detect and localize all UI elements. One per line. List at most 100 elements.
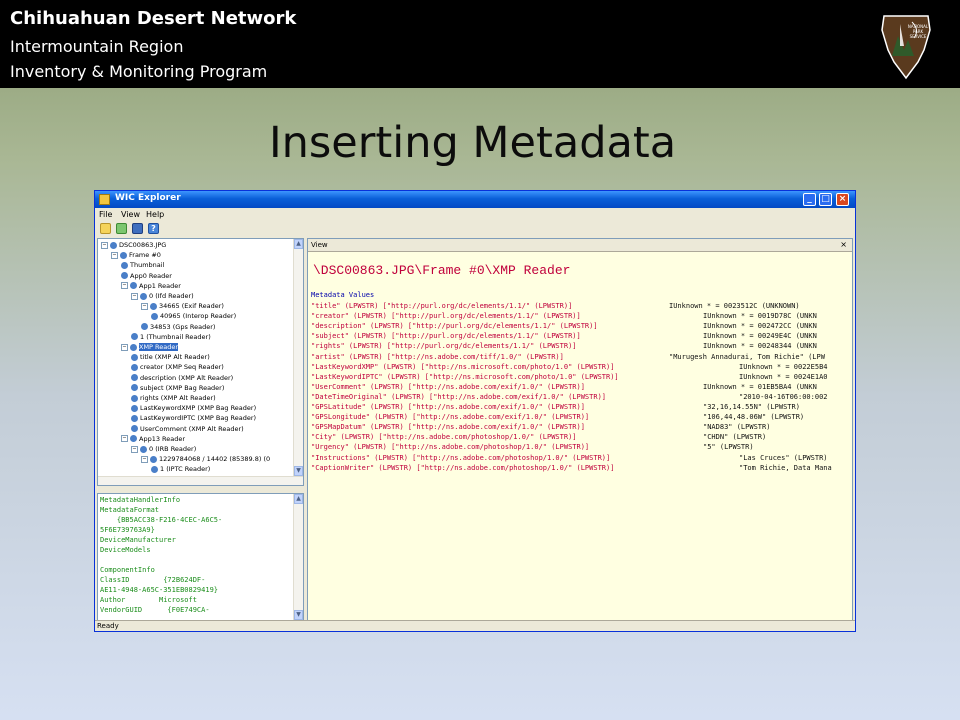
metadata-tree[interactable]: − DSC00863.JPG − Frame #0 Thumbnail App0 Read… xyxy=(97,238,304,486)
metadata-row[interactable]: "City" (LPWSTR) ["http://ns.adobe.com/ph… xyxy=(311,432,851,442)
tree-item[interactable]: − 0 (Ifd Reader) xyxy=(131,292,194,301)
close-button[interactable]: × xyxy=(836,193,849,206)
tree-item[interactable]: LastKeywordIPTC (XMP Bag Reader) xyxy=(131,414,256,423)
tree-item[interactable]: − App13 Reader xyxy=(121,435,185,444)
tree-node-icon xyxy=(121,261,128,269)
view-panel[interactable]: View × \DSC00863.JPG\Frame #0\XMP Reader… xyxy=(307,238,853,621)
metadata-row[interactable]: "Instructions" (LPWSTR) ["http://ns.adob… xyxy=(311,453,851,463)
scroll-up-icon[interactable]: ▲ xyxy=(294,239,303,249)
tree-item[interactable]: subject (XMP Bag Reader) xyxy=(131,384,224,393)
minimize-button[interactable]: _ xyxy=(803,193,816,206)
maximize-button[interactable]: □ xyxy=(819,193,832,206)
tree-item[interactable]: − Frame #0 xyxy=(111,251,161,260)
tree-horizontal-scrollbar[interactable] xyxy=(98,476,303,485)
tree-node-icon xyxy=(131,333,138,341)
tree-expander-icon[interactable]: − xyxy=(141,455,148,463)
metadata-row[interactable]: "UserComment" (LPWSTR) ["http://ns.adobe… xyxy=(311,382,851,392)
metadata-row[interactable]: "CaptionWriter" (LPWSTR) ["http://ns.ado… xyxy=(311,463,851,473)
window-titlebar[interactable]: WIC Explorer _ □ × xyxy=(95,191,855,208)
scroll-up-icon[interactable]: ▲ xyxy=(294,494,303,504)
tree-expander-icon[interactable]: − xyxy=(131,445,138,453)
view-header: View × xyxy=(308,239,852,252)
view-path-heading: \DSC00863.JPG\Frame #0\XMP Reader xyxy=(313,263,571,278)
metadata-value: IUnknown * = 0019D78C (UNKN xyxy=(703,312,817,321)
menu-view[interactable]: View xyxy=(121,210,140,219)
metadata-row[interactable]: "LastKeywordXMP" (LPWSTR) ["http://ns.mi… xyxy=(311,362,851,372)
program-name: Inventory & Monitoring Program xyxy=(10,62,268,81)
tree-item[interactable]: − DSC00863.JPG xyxy=(101,241,166,250)
tree-node-icon xyxy=(110,241,117,249)
status-bar: Ready xyxy=(95,620,855,631)
tree-item[interactable]: title (XMP Alt Reader) xyxy=(131,353,210,362)
metadata-row[interactable]: "DateTimeOriginal" (LPWSTR) ["http://ns.… xyxy=(311,392,851,402)
info-vertical-scrollbar[interactable]: ▲ ▼ xyxy=(293,494,303,620)
tree-item[interactable]: UserComment (XMP Alt Reader) xyxy=(131,425,244,434)
tree-item[interactable]: 1 (Thumbnail Reader) xyxy=(131,333,211,342)
tree-item[interactable]: 1 (IPTC Reader) xyxy=(151,465,210,474)
metadata-row[interactable]: "title" (LPWSTR) ["http://purl.org/dc/el… xyxy=(311,301,851,311)
menu-help[interactable]: Help xyxy=(146,210,164,219)
tree-expander-icon[interactable]: − xyxy=(101,241,108,249)
metadata-row[interactable]: "GPSLongitude" (LPWSTR) ["http://ns.adob… xyxy=(311,412,851,422)
metadata-row[interactable]: "subject" (LPWSTR) ["http://purl.org/dc/… xyxy=(311,331,851,341)
tree-item-label: UserComment (XMP Alt Reader) xyxy=(140,424,244,433)
tree-item-label: App1 Reader xyxy=(139,281,181,290)
tree-item[interactable]: − XMP Reader xyxy=(121,343,179,352)
add-icon[interactable] xyxy=(116,223,127,234)
region-name: Intermountain Region xyxy=(10,37,184,56)
metadata-row[interactable]: "LastKeywordIPTC" (LPWSTR) ["http://ns.m… xyxy=(311,372,851,382)
tree-item[interactable]: 40965 (Interop Reader) xyxy=(151,312,236,321)
save-icon[interactable] xyxy=(132,223,143,234)
metadata-row[interactable]: "creator" (LPWSTR) ["http://purl.org/dc/… xyxy=(311,311,851,321)
status-text: Ready xyxy=(97,622,119,630)
metadata-value: IUnknown * = 00248344 (UNKN xyxy=(703,342,817,351)
metadata-key: "CaptionWriter" (LPWSTR) ["http://ns.ado… xyxy=(311,463,615,472)
metadata-row[interactable]: "Urgency" (LPWSTR) ["http://ns.adobe.com… xyxy=(311,442,851,452)
info-panel[interactable]: MetadataHandlerInfo MetadataFormat {BB5AC… xyxy=(97,493,304,621)
tree-node-icon xyxy=(130,435,137,443)
tree-item[interactable]: LastKeywordXMP (XMP Bag Reader) xyxy=(131,404,256,413)
metadata-row[interactable]: "rights" (LPWSTR) ["http://purl.org/dc/e… xyxy=(311,341,851,351)
tree-expander-icon[interactable]: − xyxy=(121,282,128,290)
info-line: DeviceModels xyxy=(100,546,151,554)
metadata-value: "106,44,48.06W" (LPWSTR) xyxy=(703,413,805,422)
tree-item[interactable]: − 0 (IRB Reader) xyxy=(131,445,196,454)
metadata-value: IUnknown * = 0023512C (UNKNOWN) xyxy=(669,302,800,310)
view-label: View xyxy=(311,241,328,249)
tree-expander-icon[interactable]: − xyxy=(131,292,138,300)
tree-item[interactable]: − 34665 (Exif Reader) xyxy=(141,302,224,311)
metadata-row[interactable]: "artist" (LPWSTR) ["http://ns.adobe.com/… xyxy=(311,352,851,362)
metadata-key: "LastKeywordIPTC" (LPWSTR) ["http://ns.m… xyxy=(311,372,619,381)
info-line: MetadataHandlerInfo xyxy=(100,496,181,504)
menu-file[interactable]: File xyxy=(99,210,112,219)
metadata-row[interactable]: "GPSLatitude" (LPWSTR) ["http://ns.adobe… xyxy=(311,402,851,412)
open-folder-icon[interactable] xyxy=(100,223,111,234)
tree-item[interactable]: Thumbnail xyxy=(121,261,164,270)
metadata-value: "Las Cruces" (LPWSTR) xyxy=(739,453,828,462)
info-line: Author Microsoft xyxy=(100,596,197,604)
tree-expander-icon[interactable]: − xyxy=(111,251,118,259)
tree-item[interactable]: description (XMP Alt Reader) xyxy=(131,374,233,383)
tree-item[interactable]: creator (XMP Seq Reader) xyxy=(131,363,224,372)
tree-node-icon xyxy=(131,404,138,412)
metadata-value: IUnknown * = 0024E1A0 xyxy=(739,372,828,381)
help-icon[interactable]: ? xyxy=(148,223,159,234)
info-line: 5F6E739763A9} xyxy=(100,526,155,534)
tree-expander-icon[interactable]: − xyxy=(121,343,128,351)
metadata-row[interactable]: "description" (LPWSTR) ["http://purl.org… xyxy=(311,321,851,331)
view-close-icon[interactable]: × xyxy=(840,240,847,249)
tree-item-label: LastKeywordIPTC (XMP Bag Reader) xyxy=(140,414,257,423)
tree-item[interactable]: rights (XMP Alt Reader) xyxy=(131,394,216,403)
tree-item[interactable]: App0 Reader xyxy=(121,272,172,281)
tree-item[interactable]: 34853 (Gps Reader) xyxy=(141,323,215,332)
tree-expander-icon[interactable]: − xyxy=(121,435,128,443)
tree-item-label: 34853 (Gps Reader) xyxy=(150,322,216,331)
tree-item[interactable]: − 1229784068 / 14402 (85389.8) (0 xyxy=(141,455,270,464)
scroll-down-icon[interactable]: ▼ xyxy=(294,466,303,476)
tree-vertical-scrollbar[interactable]: ▲ ▼ xyxy=(293,239,303,485)
scroll-down-icon[interactable]: ▼ xyxy=(294,610,303,620)
tree-expander-icon[interactable]: − xyxy=(141,302,148,310)
tree-item[interactable]: − App1 Reader xyxy=(121,282,181,291)
metadata-row[interactable]: "GPSMapDatum" (LPWSTR) ["http://ns.adobe… xyxy=(311,422,851,432)
metadata-value: IUnknown * = 00249E4C (UNKN xyxy=(703,332,817,341)
